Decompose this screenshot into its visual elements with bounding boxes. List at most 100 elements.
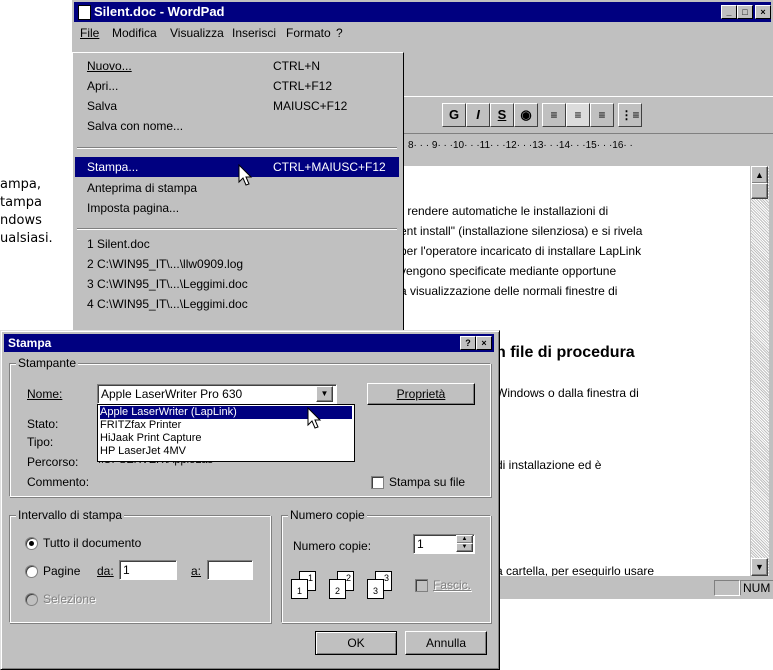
page-number: 1 (297, 586, 303, 596)
to-page-field[interactable] (207, 560, 253, 580)
print-to-file-checkbox[interactable] (371, 476, 384, 489)
printer-option[interactable]: HiJaak Print Capture (100, 432, 352, 445)
menu-help[interactable]: ? (336, 26, 343, 40)
spin-down-button[interactable]: ▼ (456, 543, 473, 552)
shortcut-apri: CTRL+F12 (273, 79, 333, 93)
page-icon: 1 (291, 579, 308, 599)
color-button[interactable]: ◉ (514, 103, 538, 127)
side-text-line: ualsiasi. (0, 231, 53, 246)
dialog-close-button[interactable]: × (476, 336, 492, 350)
page-number: 2 (335, 586, 341, 596)
close-button[interactable]: × (755, 5, 771, 19)
window-title: Silent.doc - WordPad (94, 4, 225, 19)
chevron-down-icon: ▼ (320, 389, 329, 398)
align-center-button[interactable]: ≡ (566, 103, 590, 127)
copies-spinner[interactable]: 1 ▲ ▼ (413, 534, 475, 554)
status-label: Stato: (27, 417, 59, 431)
bold-button[interactable]: G (442, 103, 466, 127)
bullets-icon: ⋮≡ (620, 108, 640, 122)
align-center-icon: ≡ (574, 108, 582, 122)
vertical-scrollbar[interactable]: ▲ ▼ (751, 166, 769, 576)
side-text-line: tampa (0, 195, 42, 210)
doc-line: ent install" (installazione silenziosa) … (400, 224, 643, 238)
collate-pages-icon: 1 1 2 2 3 3 (289, 567, 409, 603)
menu-modifica[interactable]: Modifica (112, 26, 157, 40)
print-range-label: Intervallo di stampa (16, 508, 125, 522)
recent-file-4[interactable]: 4 C:\WIN95_IT\...\Leggimi.doc (87, 297, 248, 311)
menu-item-apri[interactable]: Apri... (87, 79, 118, 93)
ruler-ticks: 8· · · 9· · ·10· · ·11· · ·12· · ·13· · … (408, 140, 633, 151)
align-left-button[interactable]: ≡ (542, 103, 566, 127)
doc-line: r rendere automatiche le installazioni d… (400, 204, 609, 218)
collate-checkbox[interactable] (415, 579, 428, 592)
ok-button[interactable]: OK (315, 631, 397, 655)
align-left-icon: ≡ (550, 108, 558, 122)
menu-formato[interactable]: Formato (286, 26, 331, 40)
dialog-titlebar[interactable]: Stampa ? × (4, 334, 494, 352)
doc-heading: n file di procedura (496, 344, 635, 361)
align-right-button[interactable]: ≡ (590, 103, 614, 127)
range-pages-label: Pagine (43, 564, 81, 578)
scroll-up-button[interactable]: ▲ (751, 166, 768, 184)
ruler-spacer (400, 155, 773, 165)
menu-item-anteprima[interactable]: Anteprima di stampa (87, 181, 197, 195)
bullets-button[interactable]: ⋮≡ (618, 103, 642, 127)
scroll-thumb[interactable] (751, 183, 768, 199)
menu-visualizza[interactable]: Visualizza (170, 26, 224, 40)
from-label: da: (97, 564, 114, 578)
doc-line: di installazione ed è (496, 458, 602, 472)
comment-label: Commento: (27, 475, 90, 489)
minimize-button[interactable]: _ (721, 5, 737, 19)
help-button[interactable]: ? (460, 336, 476, 350)
recent-file-1[interactable]: 1 Silent.doc (87, 237, 150, 251)
menu-item-stampa[interactable]: Stampa... (87, 160, 138, 174)
up-arrow-icon: ▲ (755, 170, 764, 180)
menu-bar: File Modifica Visualizza Inserisci Forma… (76, 26, 476, 44)
menu-item-nuovo[interactable]: Nuovo... (87, 59, 132, 73)
range-all-label: Tutto il documento (43, 536, 142, 550)
printer-group-label: Stampante (16, 356, 79, 370)
italic-button[interactable]: I (466, 103, 490, 127)
status-panel (714, 580, 740, 596)
printer-option[interactable]: HP LaserJet 4MV (100, 445, 352, 458)
menu-file[interactable]: File (80, 26, 99, 40)
print-dialog: Stampa ? × Stampante Nome: Apple LaserWr… (0, 330, 500, 670)
menu-inserisci[interactable]: Inserisci (232, 26, 276, 40)
page-number: 3 (383, 573, 389, 583)
printer-name-value: Apple LaserWriter Pro 630 (101, 387, 243, 401)
scroll-down-button[interactable]: ▼ (751, 558, 768, 576)
menu-item-salva[interactable]: Salva (87, 99, 117, 113)
range-pages-radio[interactable] (25, 565, 38, 578)
recent-file-2[interactable]: 2 C:\WIN95_IT\...\llw0909.log (87, 257, 243, 271)
window-titlebar[interactable]: Silent.doc - WordPad _ □ × (74, 2, 771, 22)
printer-name-select[interactable]: Apple LaserWriter Pro 630 ▼ (97, 384, 337, 404)
doc-line: a visualizzazione delle normali finestre… (400, 284, 618, 298)
mouse-cursor-icon (307, 407, 322, 429)
page-icon: 3 (367, 579, 384, 599)
page-number: 3 (373, 586, 379, 596)
properties-button[interactable]: Proprietà (367, 383, 475, 405)
file-menu: Nuovo... CTRL+N Apri... CTRL+F12 Salva M… (72, 52, 404, 334)
menu-separator (77, 147, 397, 149)
shortcut-salva: MAIUSC+F12 (273, 99, 348, 113)
maximize-button[interactable]: □ (737, 5, 753, 19)
menu-item-salva-con-nome[interactable]: Salva con nome... (87, 119, 183, 133)
doc-line: per l'operatore incaricato di installare… (400, 244, 642, 258)
underline-button[interactable]: S (490, 103, 514, 127)
cancel-button[interactable]: Annulla (405, 631, 487, 655)
from-page-value: 1 (123, 563, 130, 577)
menu-item-imposta-pagina[interactable]: Imposta pagina... (87, 201, 179, 215)
dropdown-button[interactable]: ▼ (316, 386, 333, 402)
range-all-radio[interactable] (25, 537, 38, 550)
recent-file-3[interactable]: 3 C:\WIN95_IT\...\Leggimi.doc (87, 277, 248, 291)
copies-group-label: Numero copie (288, 508, 367, 522)
from-page-field[interactable]: 1 (119, 560, 177, 580)
copies-value: 1 (417, 537, 424, 551)
ruler[interactable]: 8· · · 9· · ·10· · ·11· · ·12· · ·13· · … (400, 138, 773, 154)
palette-icon: ◉ (520, 107, 532, 122)
align-right-icon: ≡ (598, 108, 606, 122)
name-label: Nome: (27, 387, 63, 401)
range-selection-radio[interactable] (25, 593, 38, 606)
to-label: a: (191, 564, 202, 578)
side-text-line: ampa, (0, 177, 41, 192)
